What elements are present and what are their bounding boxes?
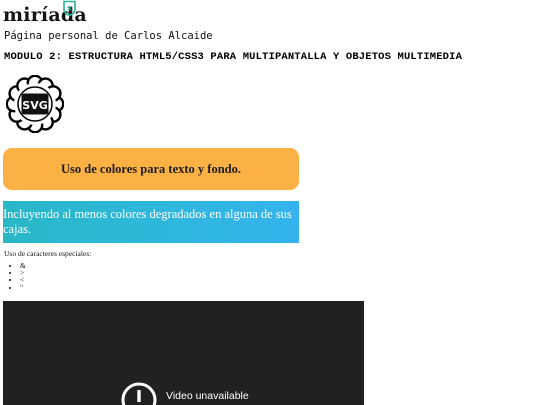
special-chars-label: Uso de caracteres especiales:: [4, 249, 92, 258]
video-player[interactable]: Video unavailable: [3, 301, 364, 405]
svg-badge-label: SVG: [22, 99, 47, 112]
alert-circle-icon: [121, 382, 157, 405]
colors-text-box: Uso de colores para texto y fondo.: [3, 148, 299, 190]
page: miríada x Página personal de Carlos Alca…: [0, 0, 540, 405]
colors-text: Uso de colores para texto y fondo.: [61, 161, 241, 176]
gradient-box: Incluyendo al menos colores degradados e…: [3, 201, 299, 243]
module-title: MODULO 2: ESTRUCTURA HTML5/CSS3 PARA MUL…: [4, 51, 463, 63]
list-item: ": [20, 283, 26, 291]
logo-badge-icon: x: [63, 0, 76, 17]
gradient-text: Incluyendo al menos colores degradados e…: [3, 207, 292, 236]
page-subtitle: Página personal de Carlos Alcaide: [4, 30, 213, 42]
svg-badge-icon: SVG: [6, 75, 64, 133]
logo-badge-letter: x: [67, 5, 72, 13]
video-unavailable-message: Video unavailable: [166, 390, 249, 402]
special-chars-list: & > < ": [12, 262, 26, 291]
